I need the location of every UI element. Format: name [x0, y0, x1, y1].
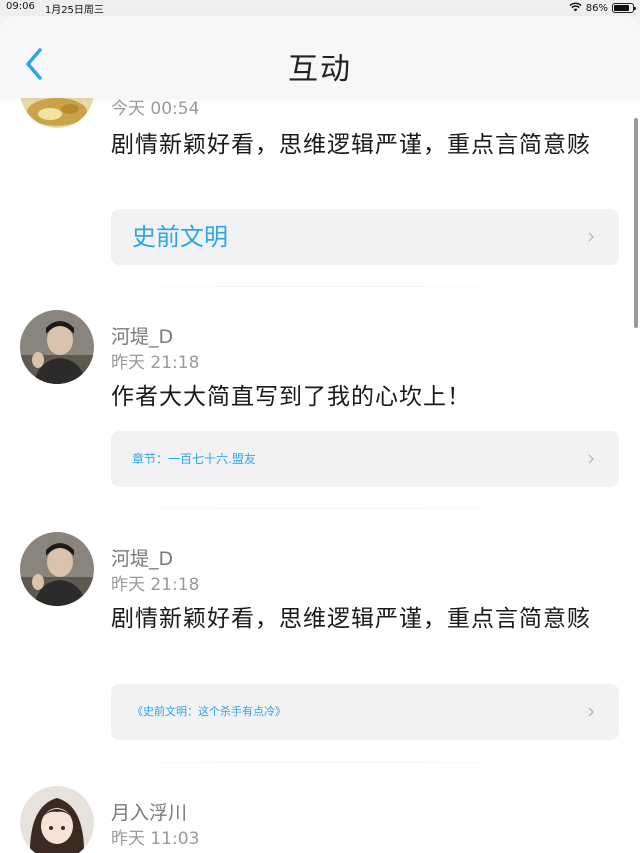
avatar[interactable] — [20, 532, 94, 606]
comment-time: 昨天 21:18 — [111, 575, 200, 595]
reference-label: 《史前文明：这个杀手有点冷》 — [132, 705, 286, 718]
divider — [70, 762, 570, 763]
comment-time: 昨天 11:03 — [111, 829, 200, 849]
username[interactable]: 河堤_D — [111, 322, 173, 349]
comment-text: 剧情新颖好看，思维逻辑严谨，重点言简意赅 — [111, 132, 591, 158]
battery-level — [614, 5, 630, 11]
scrollbar[interactable] — [634, 118, 638, 328]
battery-icon — [612, 3, 636, 13]
reference-label: 史前文明 — [132, 223, 228, 251]
avatar[interactable] — [20, 98, 94, 128]
interaction-list[interactable]: 今天 00:54 剧情新颖好看，思维逻辑严谨，重点言简意赅 史前文明 河堤_D … — [0, 98, 640, 853]
avatar-image — [20, 98, 94, 128]
avatar[interactable] — [20, 310, 94, 384]
reference-label: 章节：一百七十六.盟友 — [132, 452, 256, 466]
status-bar: 09:06 1月25日周三 86% — [0, 0, 640, 16]
comment-time: 昨天 21:18 — [111, 353, 200, 373]
avatar-image — [20, 310, 94, 384]
divider — [70, 286, 570, 287]
battery-percent: 86% — [585, 2, 608, 14]
divider — [70, 508, 570, 509]
avatar[interactable] — [20, 786, 94, 853]
avatar-image — [20, 532, 94, 606]
page-title: 互动 — [288, 52, 352, 87]
avatar-image — [20, 786, 94, 853]
username[interactable]: 月入浮川 — [111, 798, 187, 825]
navigation-bar: 互动 — [0, 16, 640, 98]
status-time: 09:06 — [6, 0, 35, 12]
comment-text: 剧情新颖好看，思维逻辑严谨，重点言简意赅 — [111, 606, 591, 632]
username[interactable]: 河堤_D — [111, 544, 173, 571]
reference-card[interactable]: 章节：一百七十六.盟友 — [111, 431, 619, 487]
chevron-right-icon — [588, 707, 594, 717]
comment-time: 今天 00:54 — [111, 99, 200, 119]
wifi-icon — [569, 2, 582, 15]
reference-card[interactable]: 《史前文明：这个杀手有点冷》 — [111, 684, 619, 740]
reference-card[interactable]: 史前文明 — [111, 209, 619, 265]
comment-text: 作者大大简直写到了我的心坎上！ — [111, 384, 471, 410]
chevron-right-icon — [588, 232, 594, 242]
chevron-right-icon — [588, 454, 594, 464]
status-date: 1月25日周三 — [44, 4, 104, 16]
